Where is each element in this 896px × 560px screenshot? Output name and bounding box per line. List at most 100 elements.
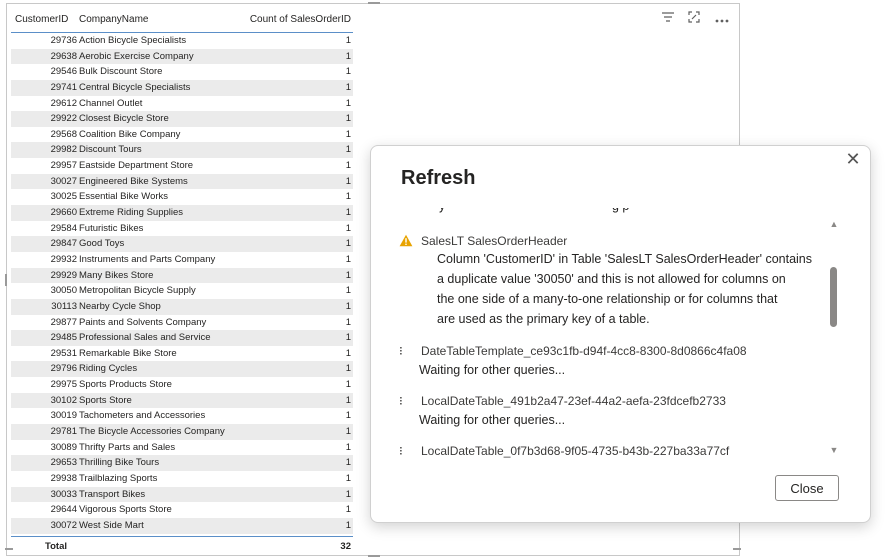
cell-customerid: 29877: [50, 316, 77, 328]
table-row[interactable]: 29531 Remarkable Bike Store 1: [11, 346, 353, 362]
resize-handle-left[interactable]: [5, 274, 7, 286]
table-row[interactable]: 29796 Riding Cycles 1: [11, 361, 353, 378]
resize-handle-corner-bl[interactable]: [5, 548, 13, 550]
dialog-scrollbar[interactable]: ▲ ▼: [827, 219, 841, 455]
cell-companyname: Sports Products Store: [79, 379, 172, 391]
header-companyname[interactable]: CompanyName: [79, 14, 148, 25]
cell-count: 1: [345, 519, 351, 531]
table-row[interactable]: 30072 West Side Mart 1: [11, 517, 353, 534]
cell-customerid: 30027: [50, 175, 77, 187]
cell-companyname: Sports Store: [79, 394, 132, 406]
cell-count: 1: [345, 97, 351, 109]
table-row[interactable]: 29736 Action Bicycle Specialists 1: [11, 33, 353, 49]
header-count-salesorderid[interactable]: Count of SalesOrderID: [250, 14, 351, 25]
cell-customerid: 29653: [50, 457, 77, 469]
header-customerid[interactable]: CustomerID: [15, 14, 68, 25]
cell-count: 1: [345, 160, 351, 172]
resize-handle-bottom[interactable]: [368, 555, 380, 557]
table-row[interactable]: 29932 Instruments and Parts Company 1: [11, 252, 353, 268]
refresh-status-list[interactable]: y g p SalesLT SalesOrderHeader Column 'C…: [399, 208, 819, 458]
resize-handle-top[interactable]: [368, 2, 380, 4]
query-item: ⁝ DateTableTemplate_ce93c1fb-d94f-4cc8-8…: [399, 344, 819, 380]
close-button[interactable]: Close: [775, 475, 839, 501]
cell-count: 1: [345, 113, 351, 125]
cell-count: 1: [345, 175, 351, 187]
error-item-header: SalesLT SalesOrderHeader: [399, 234, 819, 248]
filter-icon[interactable]: [659, 10, 677, 28]
table-row[interactable]: 29938 Trailblazing Sports 1: [11, 471, 353, 487]
cell-customerid: 29644: [50, 504, 77, 516]
scrollbar-thumb[interactable]: [830, 267, 837, 327]
table-row[interactable]: 29638 Aerobic Exercise Company 1: [11, 48, 353, 65]
cell-customerid: 30019: [50, 410, 77, 422]
table-row[interactable]: 30113 Nearby Cycle Shop 1: [11, 298, 353, 315]
error-message-line: a duplicate value '30050' and this is no…: [437, 272, 786, 286]
table-row[interactable]: 29644 Vigorous Sports Store 1: [11, 502, 353, 518]
table-row[interactable]: 30102 Sports Store 1: [11, 392, 353, 409]
table-row[interactable]: 29847 Good Toys 1: [11, 236, 353, 252]
table-row[interactable]: 29982 Discount Tours 1: [11, 142, 353, 159]
table-row[interactable]: 29741 Central Bicycle Specialists 1: [11, 79, 353, 96]
cell-customerid: 29638: [50, 50, 77, 62]
cell-companyname: Aerobic Exercise Company: [79, 50, 194, 62]
table-body: 29736 Action Bicycle Specialists 1 29638 Aer…: [11, 33, 353, 534]
table-row[interactable]: 29485 Professional Sales and Service 1: [11, 330, 353, 346]
table-row[interactable]: 30019 Tachometers and Accessories 1: [11, 408, 353, 424]
cell-customerid: 29485: [50, 332, 77, 344]
scroll-down-arrow-icon[interactable]: ▼: [829, 445, 839, 455]
cell-customerid: 29736: [50, 35, 77, 46]
focus-mode-icon[interactable]: [685, 10, 703, 28]
query-name: LocalDateTable_491b2a47-23ef-44a2-aefa-2…: [421, 394, 726, 408]
table-row[interactable]: 29877 Paints and Solvents Company 1: [11, 315, 353, 331]
error-message-line: Column 'CustomerID' in Table 'SalesLT Sa…: [437, 252, 812, 266]
table-row[interactable]: 29584 Futuristic Bikes 1: [11, 221, 353, 237]
table-row[interactable]: 29653 Thrilling Bike Tours 1: [11, 455, 353, 471]
table-total-row: Total 32: [11, 535, 353, 555]
cell-companyname: Essential Bike Works: [79, 191, 169, 203]
scroll-up-arrow-icon[interactable]: ▲: [829, 219, 839, 229]
table-row[interactable]: 29975 Sports Products Store 1: [11, 377, 353, 393]
cell-count: 1: [345, 128, 351, 140]
table-row[interactable]: 30050 Metropolitan Bicycle Supply 1: [11, 283, 353, 299]
cell-companyname: Closest Bicycle Store: [79, 113, 169, 125]
query-status: Waiting for other queries...: [419, 413, 566, 427]
table-row[interactable]: 29546 Bulk Discount Store 1: [11, 64, 353, 80]
cell-companyname: Trailblazing Sports: [79, 472, 158, 484]
visual-header-toolbar: [659, 10, 739, 28]
cell-companyname: Instruments and Parts Company: [79, 253, 216, 265]
table-row[interactable]: 30025 Essential Bike Works 1: [11, 189, 353, 205]
query-status: Waiting for other queries...: [419, 363, 566, 377]
more-options-icon[interactable]: [713, 10, 731, 28]
table-row[interactable]: 29612 Channel Outlet 1: [11, 96, 353, 112]
cell-count: 1: [345, 488, 351, 500]
total-value: 32: [340, 540, 351, 552]
cell-companyname: Professional Sales and Service: [79, 332, 211, 344]
cell-companyname: Eastside Department Store: [79, 160, 194, 172]
resize-handle-corner-br[interactable]: [733, 548, 741, 550]
cell-count: 1: [345, 144, 351, 156]
cell-customerid: 29922: [50, 113, 77, 125]
error-message-line: are used as the primary key of a table.: [437, 312, 650, 326]
table-row[interactable]: 29929 Many Bikes Store 1: [11, 267, 353, 284]
table-row[interactable]: 29781 The Bicycle Accessories Company 1: [11, 424, 353, 440]
cell-companyname: Coalition Bike Company: [79, 128, 181, 140]
close-icon[interactable]: ✕: [844, 150, 862, 168]
cell-customerid: 29741: [50, 81, 77, 93]
query-item: ⁝ LocalDateTable_0f7b3d68-9f05-4735-b43b…: [399, 444, 819, 458]
cell-count: 1: [345, 394, 351, 406]
table-row[interactable]: 30027 Engineered Bike Systems 1: [11, 173, 353, 190]
table-row[interactable]: 30089 Thrifty Parts and Sales 1: [11, 440, 353, 456]
total-label: Total: [45, 540, 67, 552]
table-row[interactable]: 29957 Eastside Department Store 1: [11, 158, 353, 174]
error-message: Column 'CustomerID' in Table 'SalesLT Sa…: [399, 249, 819, 329]
loading-spinner-icon: ⁝: [399, 344, 403, 358]
cell-count: 1: [345, 410, 351, 422]
loading-spinner-icon: ⁝: [399, 394, 403, 408]
table-row[interactable]: 30033 Transport Bikes 1: [11, 486, 353, 503]
table-row[interactable]: 29660 Extreme Riding Supplies 1: [11, 205, 353, 221]
error-table-name: SalesLT SalesOrderHeader: [421, 234, 568, 248]
query-item-header: ⁝ DateTableTemplate_ce93c1fb-d94f-4cc8-8…: [399, 344, 819, 358]
table-row[interactable]: 29568 Coalition Bike Company 1: [11, 127, 353, 143]
table-row[interactable]: 29922 Closest Bicycle Store 1: [11, 111, 353, 127]
previous-item-cutoff: y g p: [399, 208, 819, 214]
